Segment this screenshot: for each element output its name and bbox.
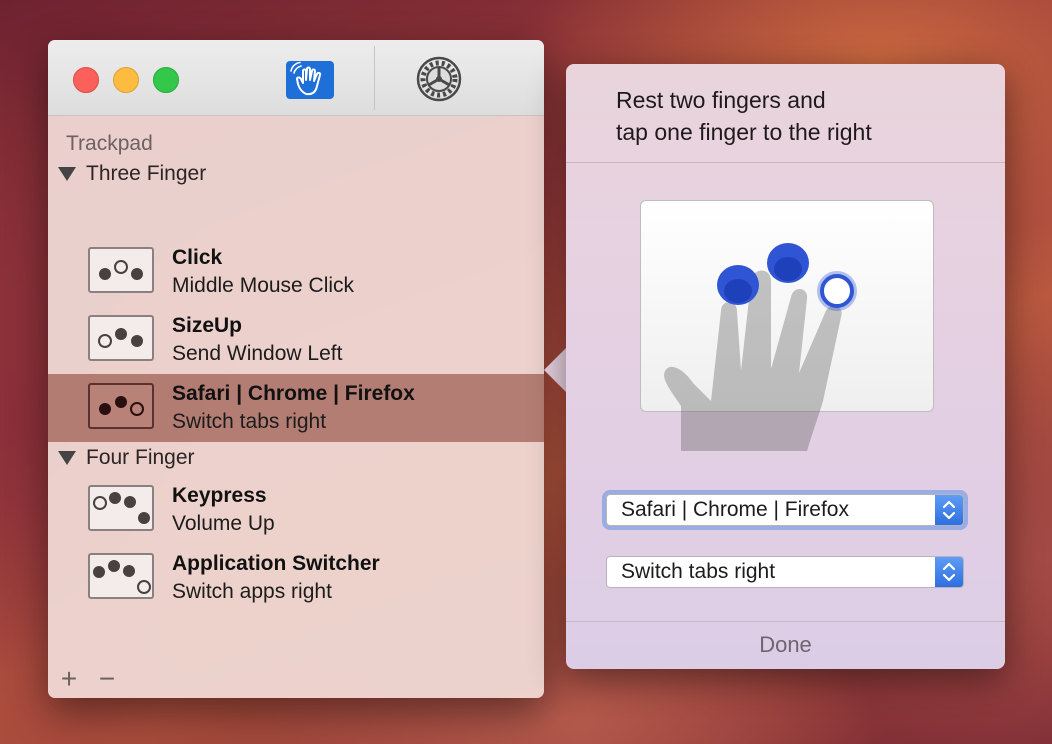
application-select[interactable]: Safari | Chrome | Firefox (606, 494, 964, 526)
list-item-subtitle: Volume Up (172, 512, 275, 535)
list-item-subtitle: Switch tabs right (172, 410, 327, 433)
action-select[interactable]: Switch tabs right (606, 556, 964, 588)
list-item-selected[interactable]: Safari | Chrome | Firefox Switch tabs ri… (48, 374, 544, 442)
group-three-finger[interactable]: Three Finger (58, 162, 206, 186)
list-item[interactable]: Application Switcher Switch apps right (48, 544, 544, 612)
list-item[interactable]: Keypress Volume Up (48, 476, 544, 544)
hand-preview-icon (664, 243, 857, 451)
done-button[interactable]: Done (566, 632, 1005, 658)
gear-icon (416, 56, 462, 102)
disclosure-triangle-icon[interactable] (58, 167, 76, 181)
four-finger-left-tap-icon (88, 485, 154, 531)
gesture-list: Trackpad Three Finger Click Middle Mouse… (48, 116, 544, 698)
list-item[interactable]: SizeUp Send Window Left (48, 306, 544, 374)
group-label: Four Finger (86, 446, 195, 469)
main-window: Trackpad Three Finger Click Middle Mouse… (48, 40, 544, 698)
application-select-value: Safari | Chrome | Firefox (621, 498, 849, 521)
stepper-arrows-icon (935, 557, 963, 587)
settings-tab[interactable] (415, 55, 463, 103)
list-item-subtitle: Switch apps right (172, 580, 332, 603)
list-item-title: Application Switcher (172, 552, 380, 575)
three-finger-left-tap-icon (88, 315, 154, 361)
disclosure-triangle-icon[interactable] (58, 451, 76, 465)
instruction-line-1: Rest two fingers and (616, 87, 826, 113)
four-finger-right-tap-icon (88, 553, 154, 599)
zoom-button[interactable] (153, 67, 179, 93)
list-item-title: Click (172, 246, 223, 269)
close-button[interactable] (73, 67, 99, 93)
gestures-tab[interactable] (286, 61, 334, 99)
list-edit-buttons: + − (56, 665, 120, 693)
add-button[interactable]: + (56, 665, 82, 693)
three-finger-middle-tap-icon (88, 247, 154, 293)
three-finger-right-tap-icon (88, 383, 154, 429)
divider (566, 162, 1005, 163)
gesture-instructions: Rest two fingers and tap one finger to t… (616, 84, 872, 148)
group-label: Three Finger (86, 162, 207, 185)
list-item-title: Safari | Chrome | Firefox (172, 382, 415, 405)
gesture-editor-popover: Rest two fingers and tap one finger to t… (566, 64, 1005, 669)
hand-gesture-icon (290, 61, 322, 96)
divider (566, 621, 1005, 622)
list-item[interactable]: Click Middle Mouse Click (48, 238, 544, 306)
list-item-title: Keypress (172, 484, 267, 507)
section-title: Trackpad (66, 132, 153, 155)
titlebar (48, 40, 544, 116)
instruction-line-2: tap one finger to the right (616, 119, 872, 145)
toolbar-separator (374, 46, 375, 110)
remove-button[interactable]: − (94, 665, 120, 693)
group-four-finger[interactable]: Four Finger (58, 446, 195, 470)
action-select-value: Switch tabs right (621, 560, 776, 583)
list-item-title: SizeUp (172, 314, 243, 337)
minimize-button[interactable] (113, 67, 139, 93)
list-item-subtitle: Send Window Left (172, 342, 343, 365)
popover-arrow (544, 346, 568, 394)
gesture-preview (640, 200, 934, 451)
list-item-subtitle: Middle Mouse Click (172, 274, 355, 297)
stepper-arrows-icon (935, 495, 963, 525)
